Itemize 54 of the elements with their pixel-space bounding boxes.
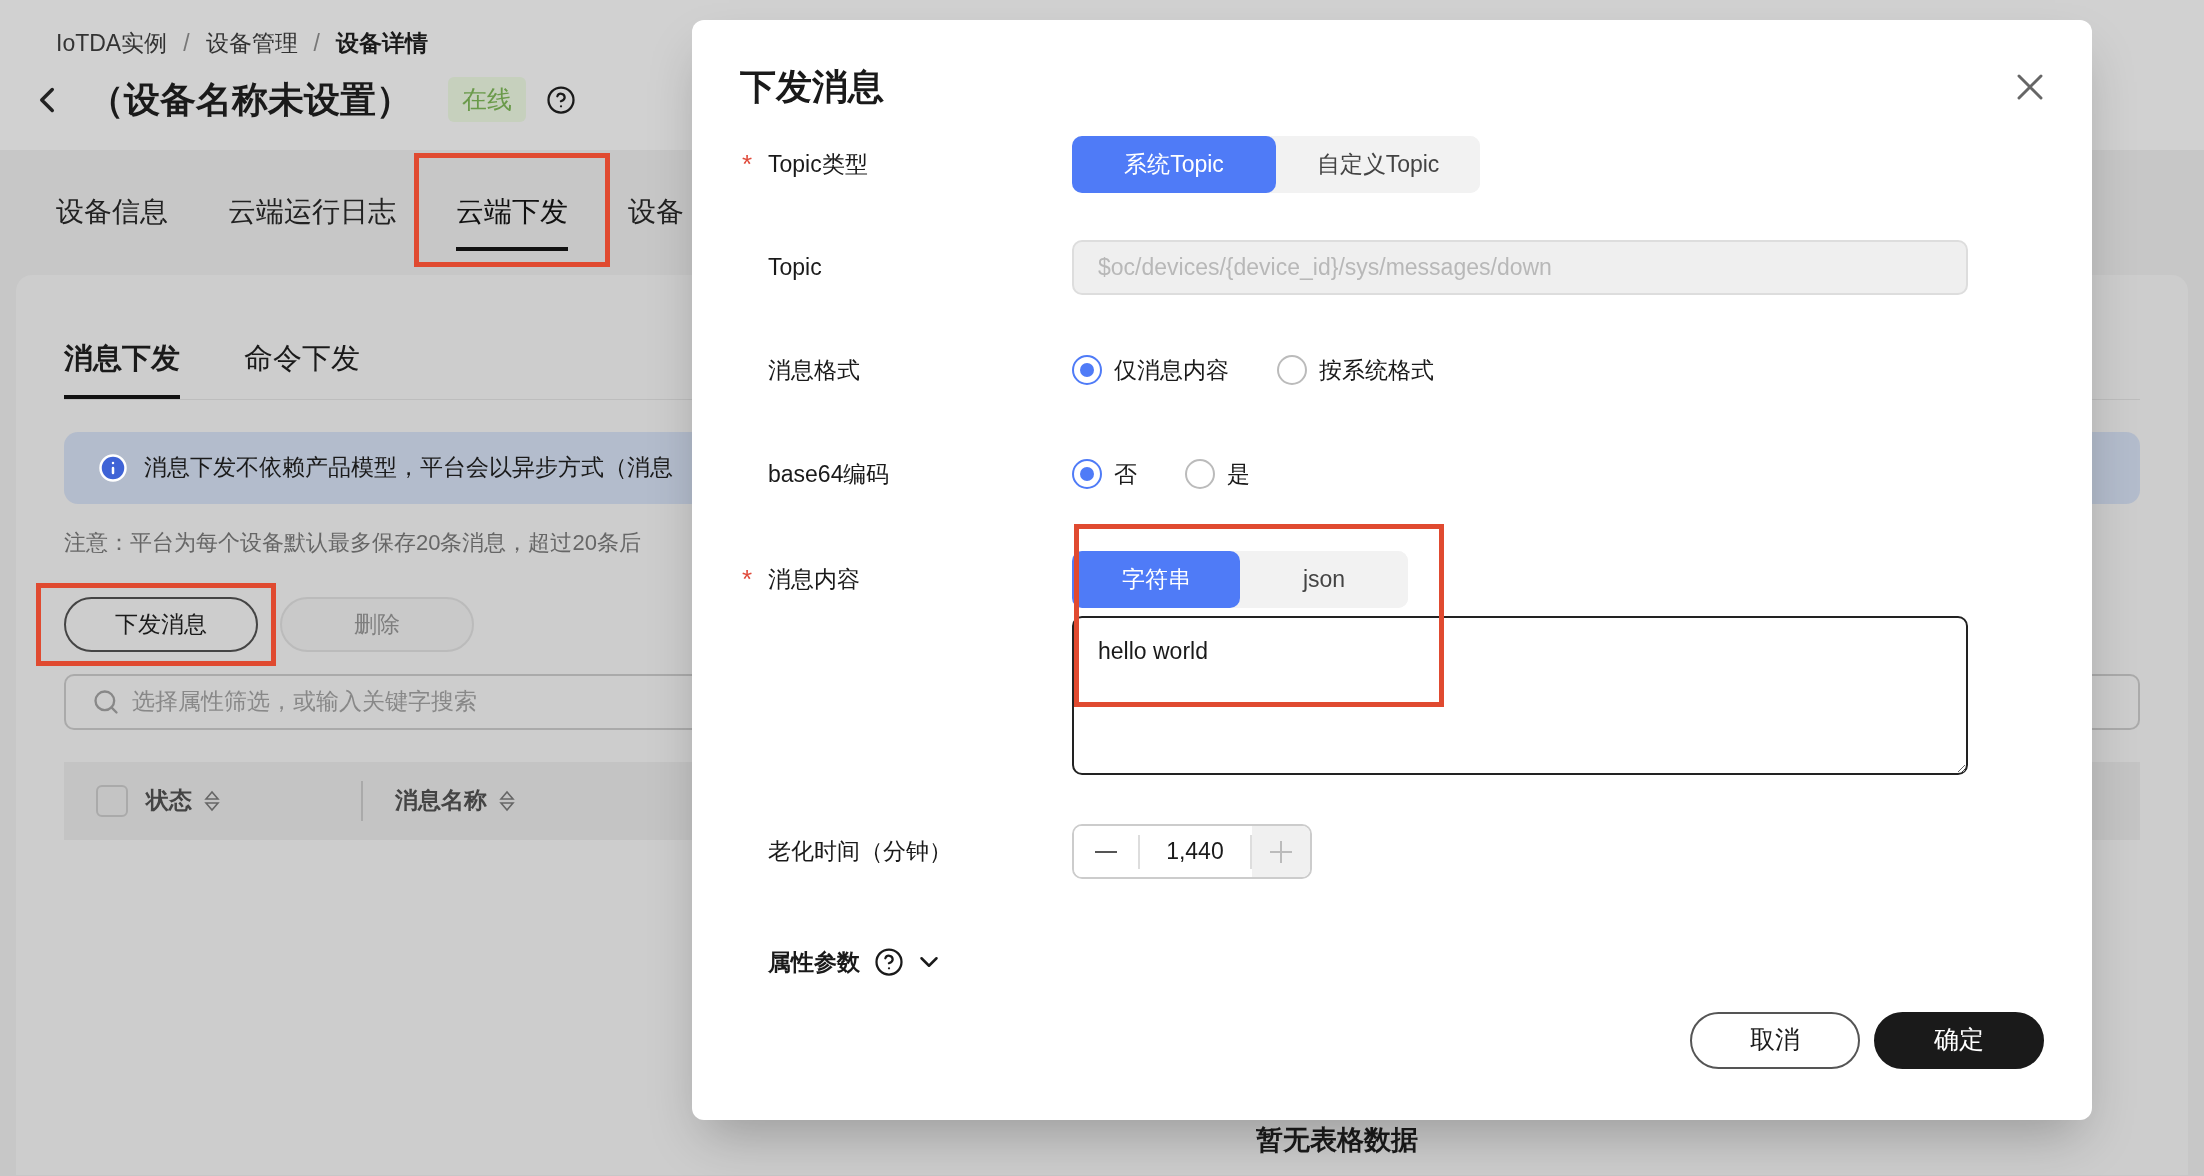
- sort-icon[interactable]: [204, 788, 220, 813]
- page-tab[interactable]: 云端运行日志: [228, 191, 396, 251]
- dialog-title: 下发消息: [740, 65, 884, 109]
- field-label: 老化时间（分钟）: [768, 837, 952, 867]
- status-badge: 在线: [448, 76, 526, 123]
- section-title: 属性参数: [768, 948, 860, 977]
- search-icon: [92, 687, 120, 716]
- minus-icon: [1094, 850, 1117, 853]
- column-header: 消息名称: [395, 786, 487, 816]
- number-field[interactable]: 1,440: [1137, 834, 1252, 869]
- page-tab[interactable]: 设备: [628, 191, 684, 251]
- breadcrumb-separator: /: [183, 29, 190, 58]
- field-label: 消息格式: [768, 355, 860, 385]
- device-title: （设备名称未设置）: [88, 77, 412, 122]
- field-label: Topic: [768, 253, 822, 283]
- field-label: 消息内容: [768, 565, 860, 595]
- note-text: 注意：平台为每个设备默认最多保存20条消息，超过20条后: [64, 528, 642, 557]
- segment-tab[interactable]: 系统Topic: [1072, 136, 1276, 193]
- checkbox[interactable]: [96, 784, 128, 817]
- message-textarea[interactable]: hello world: [1072, 616, 1968, 775]
- help-icon[interactable]: [874, 947, 904, 978]
- radio-label: 仅消息内容: [1114, 355, 1229, 385]
- segment-tab[interactable]: 字符串: [1072, 551, 1240, 608]
- plus-icon: [1269, 840, 1292, 863]
- dialog-button[interactable]: 确定: [1874, 1011, 2044, 1069]
- radio-button[interactable]: [1185, 459, 1215, 489]
- info-icon: [98, 452, 128, 483]
- required-asterisk: *: [742, 563, 753, 596]
- page-tab[interactable]: 云端下发: [456, 191, 568, 251]
- action-button[interactable]: 下发消息: [64, 596, 258, 652]
- radio-button[interactable]: [1277, 355, 1307, 385]
- sub-tab[interactable]: 命令下发: [244, 337, 360, 399]
- field-label: Topic类型: [768, 150, 868, 180]
- column-header: 状态: [146, 786, 192, 816]
- field-label: base64编码: [768, 459, 890, 489]
- number-stepper[interactable]: 1,440: [1072, 824, 1312, 879]
- breadcrumb-separator: /: [313, 29, 320, 58]
- radio-button[interactable]: [1072, 355, 1102, 385]
- search-placeholder: 选择属性筛选，或输入关键字搜索: [132, 687, 477, 717]
- page-tab[interactable]: 设备信息: [56, 191, 168, 251]
- radio-label: 否: [1114, 459, 1137, 489]
- radio-button[interactable]: [1072, 459, 1102, 489]
- required-asterisk: *: [742, 148, 753, 181]
- breadcrumb-link[interactable]: IoTDA实例: [56, 26, 168, 61]
- info-text: 消息下发不依赖产品模型，平台会以异步方式（消息: [144, 453, 673, 483]
- sort-icon[interactable]: [499, 788, 515, 813]
- radio-label: 按系统格式: [1319, 355, 1434, 385]
- breadcrumb-link[interactable]: 设备管理: [205, 26, 298, 61]
- sub-tab[interactable]: 消息下发: [64, 337, 180, 399]
- radio-label: 是: [1227, 459, 1250, 489]
- help-icon[interactable]: [546, 84, 576, 115]
- empty-text: 暂无表格数据: [1256, 1123, 1418, 1157]
- breadcrumb-link[interactable]: 设备详情: [335, 26, 428, 61]
- dialog-button[interactable]: 取消: [1690, 1011, 1860, 1069]
